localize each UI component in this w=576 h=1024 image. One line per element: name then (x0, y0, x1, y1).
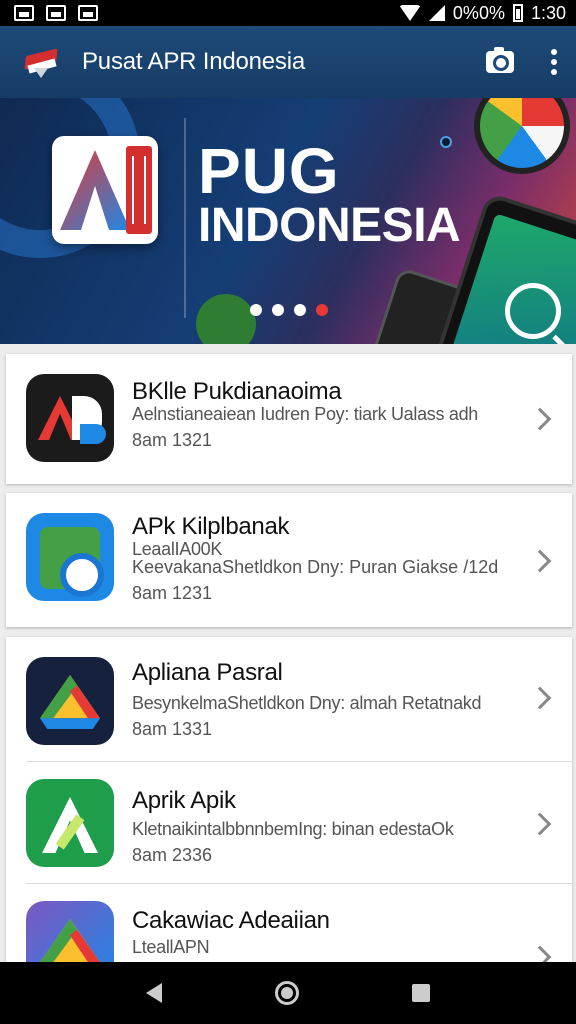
app-name: APk Kilplbanak (132, 513, 290, 540)
chevron-right-icon (528, 812, 552, 836)
carousel-indicator (250, 304, 328, 316)
wifi-icon (398, 5, 421, 21)
home-icon[interactable] (274, 981, 299, 1005)
carousel-dot[interactable] (272, 304, 284, 316)
app-card: Apliana Pasral BesynkelmaShetldkon Dny: … (6, 637, 572, 967)
list-item[interactable]: BKlle Pukdianaoima Aelnstianeaiean Iudre… (6, 354, 572, 484)
banner-subheading: INDONESIA (198, 199, 461, 252)
app-meta: 8am 1321 (132, 430, 213, 450)
app-meta: 8am 1331 (132, 719, 213, 739)
notification-icon (14, 5, 34, 21)
carousel-dot[interactable] (294, 304, 306, 316)
list-item[interactable]: Cakawiac Adeaiian LteallAPN (6, 883, 572, 967)
ab-app-icon (26, 374, 114, 462)
back-icon[interactable] (146, 983, 163, 1003)
app-name: Apliana Pasral (132, 659, 283, 686)
recents-icon[interactable] (411, 984, 430, 1002)
battery-icon (512, 4, 523, 22)
clock: 1:30 (530, 2, 566, 23)
banner-heading: PUG (198, 135, 340, 207)
app-meta: 8am 2336 (132, 845, 213, 865)
drive-app-icon (26, 657, 114, 745)
carousel-dot-active[interactable] (316, 304, 328, 316)
app-bar: Pusat APR Indonesia (0, 26, 576, 98)
chevron-right-icon (528, 407, 552, 431)
app-description: Aelnstianeaiean Iudren Poy: tiark Ualass… (132, 404, 479, 424)
battery-percent: 0%0% (452, 2, 505, 23)
app-title: Pusat APR Indonesia (82, 48, 306, 75)
app-description: KletnaikintalbbnnbemIng: binan edestaOk (132, 819, 454, 839)
drive-app-icon (26, 901, 114, 967)
camera-icon[interactable] (486, 47, 514, 73)
banner-app-logo-icon (52, 136, 158, 244)
app-description: BesynkelmaShetldkon Dny: almah Retatnakd (132, 693, 482, 713)
list-item[interactable]: Aprik Apik KletnaikintalbbnnbemIng: bina… (6, 761, 572, 883)
app-meta: 8am 1231 (132, 583, 213, 603)
app-description: KeevakanaShetldkon Dny: Puran Giakse /12… (132, 557, 499, 577)
chevron-right-icon (528, 549, 552, 573)
banner-decoration (196, 294, 256, 344)
promo-banner[interactable]: PUG INDONESIA (0, 98, 576, 344)
app-name: Cakawiac Adeaiian (132, 907, 330, 934)
app-name: Aprik Apik (132, 787, 236, 814)
list-item[interactable]: Apliana Pasral BesynkelmaShetldkon Dny: … (6, 637, 572, 761)
status-bar: 0%0% 1:30 (0, 0, 576, 26)
app-logo-icon (24, 44, 60, 80)
shopping-bag-app-icon (26, 513, 114, 601)
app-tag: LteallAPN (132, 937, 210, 957)
more-vert-icon[interactable] (550, 49, 558, 75)
notification-icon (46, 5, 66, 21)
navigation-bar (0, 962, 576, 1024)
color-wheel-icon (474, 98, 570, 174)
app-name: BKlle Pukdianaoima (132, 378, 342, 405)
app-card: APk Kilplbanak LeaalIA00K KeevakanaShetl… (6, 493, 572, 627)
app-card: BKlle Pukdianaoima Aelnstianeaiean Iudre… (6, 354, 572, 484)
notification-icon (78, 5, 98, 21)
banner-decoration (440, 136, 452, 148)
carousel-dot[interactable] (250, 304, 262, 316)
list-item[interactable]: APk Kilplbanak LeaalIA00K KeevakanaShetl… (6, 493, 572, 627)
a-app-icon (26, 779, 114, 867)
chevron-right-icon (528, 686, 552, 710)
search-icon (505, 283, 561, 339)
banner-divider (184, 118, 186, 318)
signal-icon (428, 5, 445, 21)
